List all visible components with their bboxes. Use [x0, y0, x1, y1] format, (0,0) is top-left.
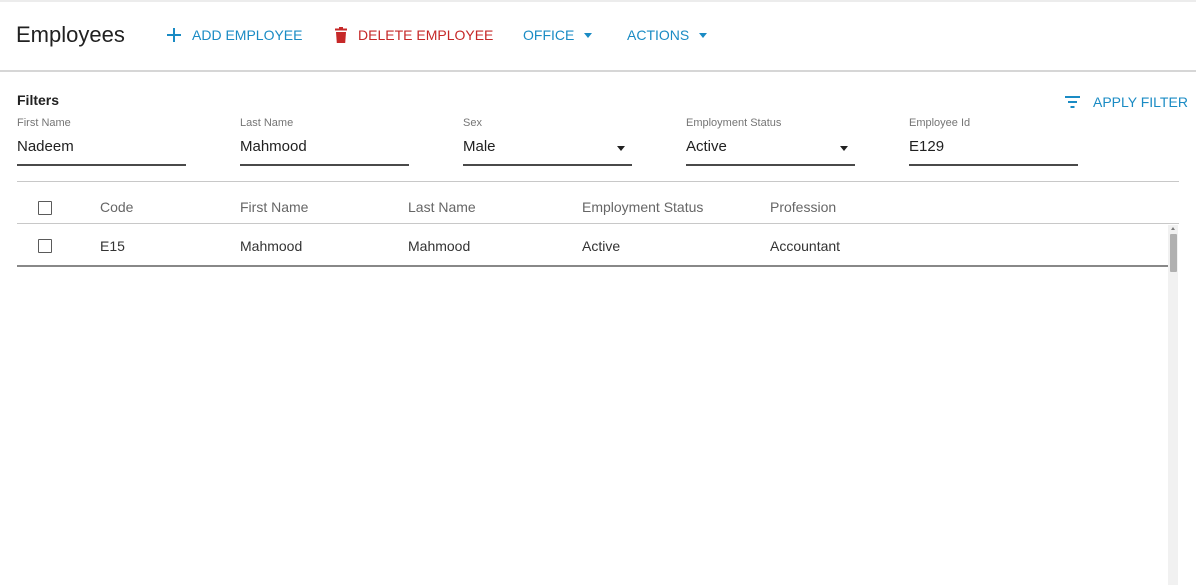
- add-employee-button[interactable]: ADD EMPLOYEE: [166, 26, 302, 44]
- office-menu-label: OFFICE: [523, 27, 575, 43]
- column-header-employment-status[interactable]: Employment Status: [582, 199, 703, 215]
- first-name-label: First Name: [17, 117, 71, 129]
- table-header: Code First Name Last Name Employment Sta…: [17, 190, 1179, 224]
- employee-id-label: Employee Id: [909, 117, 971, 129]
- sex-label: Sex: [463, 117, 482, 129]
- page-title: Employees: [16, 22, 125, 47]
- caret-down-icon: [584, 32, 593, 38]
- filter-icon: [1065, 96, 1080, 108]
- toolbar: Employees ADD EMPLOYEE DELETE EMPLOYEE O…: [0, 0, 1196, 72]
- plus-icon: [166, 27, 182, 43]
- delete-employee-label: DELETE EMPLOYEE: [358, 27, 494, 43]
- table-row[interactable]: E15 Mahmood Mahmood Active Accountant: [17, 226, 1168, 267]
- last-name-field[interactable]: Last Name Mahmood: [240, 117, 409, 166]
- cell-code: E15: [100, 238, 125, 254]
- field-underline: [463, 164, 632, 166]
- field-underline: [240, 164, 409, 166]
- apply-filter-label: APPLY FILTER: [1093, 94, 1188, 110]
- scrollbar-thumb[interactable]: [1170, 234, 1177, 272]
- filters-heading: Filters: [17, 92, 60, 108]
- column-header-last-name[interactable]: Last Name: [408, 199, 476, 215]
- actions-menu-label: ACTIONS: [627, 27, 690, 43]
- cell-employment-status: Active: [582, 238, 621, 254]
- caret-down-icon[interactable]: [617, 146, 625, 151]
- table-scrollbar[interactable]: [1168, 225, 1178, 585]
- column-header-first-name[interactable]: First Name: [240, 199, 308, 215]
- sex-select[interactable]: Sex Male: [463, 117, 632, 166]
- select-all-checkbox[interactable]: [38, 201, 52, 215]
- employee-id-field[interactable]: Employee Id E129: [909, 117, 1078, 166]
- cell-profession: Accountant: [770, 238, 841, 254]
- scroll-up-arrow-icon[interactable]: [1171, 227, 1175, 230]
- first-name-value[interactable]: Nadeem: [17, 138, 74, 155]
- cell-first-name: Mahmood: [240, 238, 303, 254]
- field-underline: [686, 164, 855, 166]
- add-employee-label: ADD EMPLOYEE: [192, 27, 303, 43]
- last-name-value[interactable]: Mahmood: [240, 138, 307, 155]
- employee-id-value[interactable]: E129: [909, 138, 944, 155]
- office-menu-button[interactable]: OFFICE: [523, 26, 593, 44]
- actions-menu-button[interactable]: ACTIONS: [627, 26, 708, 44]
- table-divider: [17, 181, 1179, 182]
- delete-employee-button[interactable]: DELETE EMPLOYEE: [334, 26, 493, 44]
- employment-status-label: Employment Status: [686, 117, 782, 129]
- trash-icon: [334, 27, 348, 43]
- employment-status-select[interactable]: Employment Status Active: [686, 117, 855, 166]
- caret-down-icon: [699, 32, 708, 38]
- cell-last-name: Mahmood: [408, 238, 471, 254]
- field-underline: [909, 164, 1078, 166]
- column-header-code[interactable]: Code: [100, 199, 133, 215]
- apply-filter-button[interactable]: APPLY FILTER: [1065, 94, 1188, 110]
- sex-value[interactable]: Male: [463, 138, 496, 155]
- row-checkbox[interactable]: [38, 239, 52, 253]
- column-header-profession[interactable]: Profession: [770, 199, 836, 215]
- field-underline: [17, 164, 186, 166]
- last-name-label: Last Name: [240, 117, 294, 129]
- employment-status-value[interactable]: Active: [686, 138, 727, 155]
- caret-down-icon[interactable]: [840, 146, 848, 151]
- first-name-field[interactable]: First Name Nadeem: [17, 117, 186, 166]
